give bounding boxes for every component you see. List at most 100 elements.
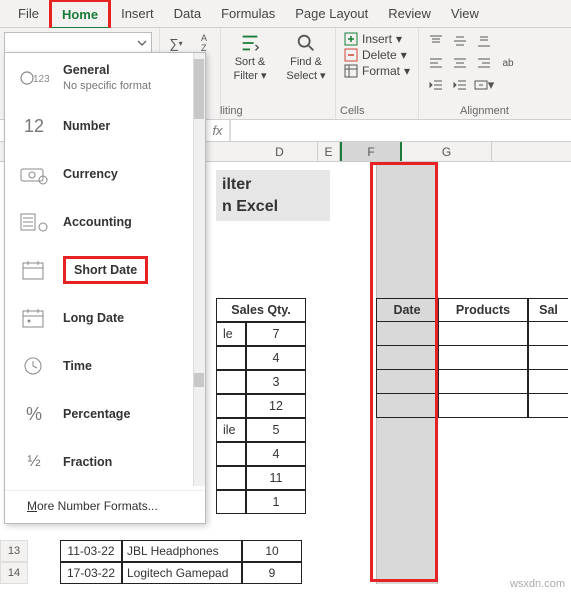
col-header-F[interactable]: F	[340, 142, 402, 161]
number-format-dropdown[interactable]	[4, 32, 152, 54]
percent-icon: %	[17, 400, 51, 428]
nf-long-date[interactable]: Long Date	[5, 294, 205, 342]
cell-product-fragment	[216, 442, 246, 466]
sheet-title: ilter n Excel	[216, 170, 330, 221]
cell-qty: 4	[246, 346, 306, 370]
alignment-group-label: Alignment	[460, 105, 509, 117]
sales-table: Sales Qty. le74312ile54111	[216, 298, 306, 514]
autosum-button[interactable]: ∑▾	[164, 32, 188, 54]
nf-currency[interactable]: Currency	[5, 150, 205, 198]
nf-label: Short Date	[74, 263, 137, 277]
nf-percentage[interactable]: % Percentage	[5, 390, 205, 438]
table-row[interactable]: 12	[216, 394, 306, 418]
merge-button[interactable]: ▾	[473, 76, 495, 94]
sales-qty-header[interactable]: Sales Qty.	[216, 298, 306, 322]
cell-empty	[438, 346, 528, 370]
nf-label: Percentage	[63, 407, 130, 421]
nf-time[interactable]: Time	[5, 342, 205, 390]
align-top-button[interactable]	[425, 32, 447, 50]
cell-product-fragment	[216, 346, 246, 370]
nf-short-date[interactable]: Short Date	[5, 246, 205, 294]
row-header-14[interactable]: 14	[0, 562, 28, 584]
table-row[interactable]	[376, 322, 568, 346]
decrease-indent-button[interactable]	[425, 76, 447, 94]
products-header[interactable]: Products	[438, 298, 528, 322]
nf-general[interactable]: 123 GeneralNo specific format	[5, 53, 205, 102]
cell-date: 17-03-22	[60, 562, 122, 584]
nf-scrollbar[interactable]	[193, 53, 205, 486]
cell-product-fragment	[216, 490, 246, 514]
cell-qty: 10	[242, 540, 302, 562]
cell-product-fragment: ile	[216, 418, 246, 442]
tab-data[interactable]: Data	[164, 1, 211, 26]
nf-fraction[interactable]: ½ Fraction	[5, 438, 205, 486]
table-row[interactable]: 4	[216, 346, 306, 370]
cell-qty: 11	[246, 466, 306, 490]
cell-empty	[528, 370, 568, 394]
col-header-G[interactable]: G	[402, 142, 492, 161]
align-right-button[interactable]	[473, 54, 495, 72]
find-label-2: Select ▾	[286, 70, 325, 82]
insert-cells-button[interactable]: Insert ▾	[344, 32, 410, 46]
fraction-icon: ½	[17, 448, 51, 476]
cell-product: Logitech Gamepad	[122, 562, 242, 584]
date-header[interactable]: Date	[376, 298, 438, 322]
table-row[interactable]	[376, 370, 568, 394]
nf-label: Accounting	[63, 215, 132, 229]
cell-qty: 5	[246, 418, 306, 442]
cell-qty: 1	[246, 490, 306, 514]
align-center-button[interactable]	[449, 54, 471, 72]
wrap-text-button[interactable]: ab	[497, 54, 519, 72]
more-number-formats[interactable]: More Number Formats...	[5, 490, 205, 519]
formula-input[interactable]	[230, 120, 571, 141]
align-bottom-button[interactable]	[473, 32, 495, 50]
table-row[interactable]: 17-03-22 Logitech Gamepad 9	[60, 562, 302, 584]
cell-empty	[528, 322, 568, 346]
table-row[interactable]: 4	[216, 442, 306, 466]
table-row[interactable]: 3	[216, 370, 306, 394]
sort-az-small[interactable]: AZ	[192, 32, 216, 54]
tab-home[interactable]: Home	[49, 0, 111, 29]
cell-qty: 3	[246, 370, 306, 394]
tab-view[interactable]: View	[441, 1, 489, 26]
cell-qty: 12	[246, 394, 306, 418]
nf-sub: No specific format	[63, 80, 151, 92]
table-row[interactable]	[376, 346, 568, 370]
col-header-D[interactable]: D	[242, 142, 318, 161]
nf-number[interactable]: 12 Number	[5, 102, 205, 150]
format-label: Format	[362, 64, 400, 78]
table-row[interactable]: 11	[216, 466, 306, 490]
tab-insert[interactable]: Insert	[111, 1, 164, 26]
align-left-button[interactable]	[425, 54, 447, 72]
sort-filter-button[interactable]: Sort & Filter ▾	[227, 32, 273, 82]
increase-indent-button[interactable]	[449, 76, 471, 94]
fx-label[interactable]: fx	[206, 120, 230, 141]
row-header-13[interactable]: 13	[0, 540, 28, 562]
number-format-menu: 123 GeneralNo specific format 12 Number …	[4, 52, 206, 524]
clock-icon	[17, 352, 51, 380]
table-row[interactable]: ile5	[216, 418, 306, 442]
table-row[interactable]: le7	[216, 322, 306, 346]
align-middle-button[interactable]	[449, 32, 471, 50]
tab-page-layout[interactable]: Page Layout	[285, 1, 378, 26]
tab-formulas[interactable]: Formulas	[211, 1, 285, 26]
format-cells-button[interactable]: Format ▾	[344, 64, 410, 78]
sales-header-partial[interactable]: Sal	[528, 298, 568, 322]
nf-scroll-thumb[interactable]	[194, 59, 204, 119]
cell-empty	[376, 370, 438, 394]
table-row[interactable]: 11-03-22 JBL Headphones 10	[60, 540, 302, 562]
table-row[interactable]	[376, 394, 568, 418]
tab-review[interactable]: Review	[378, 1, 441, 26]
cell-empty	[376, 394, 438, 418]
delete-cells-button[interactable]: Delete ▾	[344, 48, 410, 62]
find-select-button[interactable]: Find & Select ▾	[283, 32, 329, 82]
nf-label: Fraction	[63, 455, 112, 469]
nf-label: General	[63, 63, 151, 77]
table-row[interactable]: 1	[216, 490, 306, 514]
tab-file[interactable]: File	[8, 1, 49, 26]
nf-accounting[interactable]: Accounting	[5, 198, 205, 246]
nf-scroll-thumb-2[interactable]	[194, 373, 204, 387]
col-header-E[interactable]: E	[318, 142, 340, 161]
nf-label: Currency	[63, 167, 118, 181]
cell-empty	[528, 394, 568, 418]
